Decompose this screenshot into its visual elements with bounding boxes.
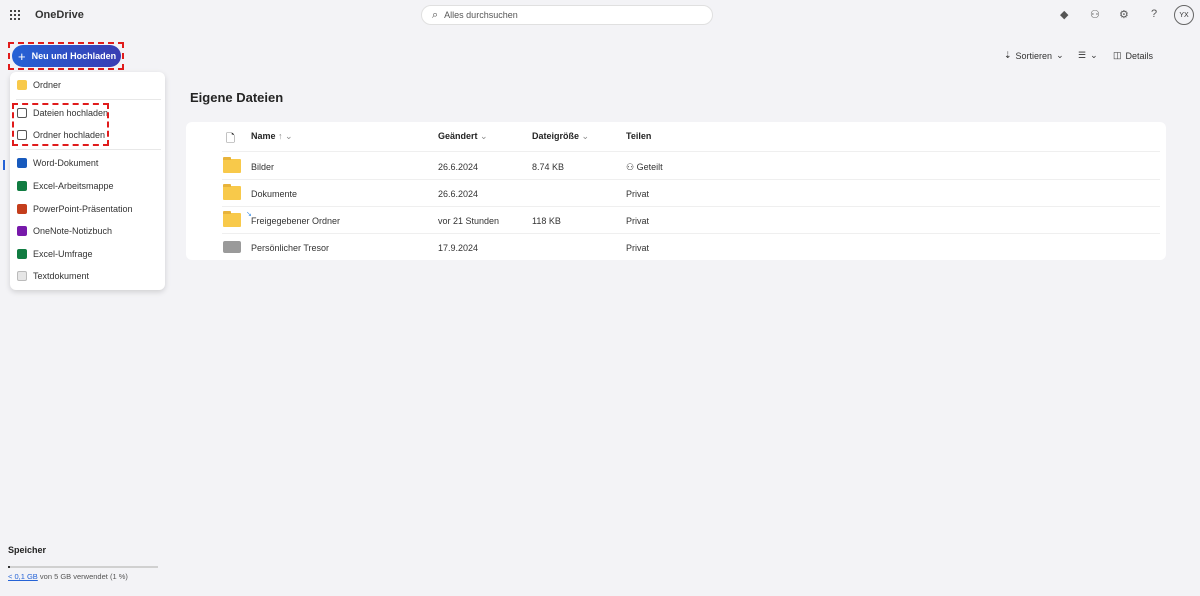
menu-label: Excel-Umfrage	[33, 249, 93, 259]
menu-item-folder[interactable]: Ordner	[17, 80, 61, 90]
divider	[16, 99, 161, 100]
menu-label: Excel-Arbeitsmappe	[33, 181, 114, 191]
excel-icon	[17, 181, 27, 191]
view-options-button[interactable]: ☰ ⌄	[1078, 50, 1098, 61]
list-view-icon: ☰	[1078, 50, 1087, 60]
file-type-icon: 🗋	[226, 133, 235, 145]
shared-folder-icon	[223, 157, 241, 173]
search-input[interactable]: ⌕ Alles durchsuchen	[421, 5, 713, 25]
file-modified: 26.6.2024	[438, 189, 479, 199]
menu-label: PowerPoint-Präsentation	[33, 204, 133, 214]
storage-rest: von 5 GB verwendet (1 %)	[39, 572, 128, 581]
table-header: 🗋 Name ↑ ⌄ Geändert ⌄ Dateigröße ⌄ Teile…	[222, 122, 1160, 152]
excel-survey-icon	[17, 249, 27, 259]
divider	[16, 149, 161, 150]
menu-item-excel[interactable]: Excel-Arbeitsmappe	[17, 181, 114, 191]
share-people-icon[interactable]: ⚇	[1090, 8, 1100, 21]
settings-gear-icon[interactable]: ⚙	[1119, 8, 1129, 21]
sharing-status: Privat	[626, 243, 650, 253]
menu-item-powerpoint[interactable]: PowerPoint-Präsentation	[17, 204, 133, 214]
text-document-icon	[17, 271, 27, 281]
column-size[interactable]: Dateigröße ⌄	[532, 131, 589, 142]
file-name[interactable]: Dokumente	[251, 189, 297, 199]
menu-item-onenote[interactable]: OneNote-Notizbuch	[17, 226, 112, 236]
menu-label: Ordner	[33, 80, 62, 90]
storage-text: < 0,1 GB von 5 GB verwendet (1 %)	[8, 572, 128, 581]
folder-icon	[17, 80, 27, 90]
details-button[interactable]: ◫ Details	[1113, 50, 1153, 61]
table-row[interactable]: Dokumente 26.6.2024 Privat	[222, 180, 1160, 207]
details-label: Details	[1125, 50, 1154, 61]
table-row[interactable]: Bilder 26.6.2024 8.74 KB ⚇ Geteilt	[222, 153, 1160, 180]
file-modified: vor 21 Stunden	[438, 216, 500, 226]
table-row[interactable]: ↘ Freigegebener Ordner vor 21 Stunden 11…	[222, 207, 1160, 234]
menu-item-excel-survey[interactable]: Excel-Umfrage	[17, 249, 93, 259]
menu-label: Textdokument	[33, 271, 90, 281]
file-modified: 26.6.2024	[438, 162, 479, 172]
plus-icon: +	[18, 48, 26, 64]
column-sharing[interactable]: Teilen	[626, 131, 651, 141]
app-title[interactable]: OneDrive	[35, 9, 84, 21]
sharing-status: Privat	[626, 189, 650, 199]
sharing-status: Privat	[626, 216, 650, 226]
help-icon[interactable]: ?	[1151, 8, 1157, 20]
sort-button[interactable]: ⇣ Sortieren ⌄	[1004, 50, 1064, 61]
column-modified[interactable]: Geändert ⌄	[438, 131, 488, 142]
premium-diamond-icon[interactable]: ◆	[1060, 8, 1068, 21]
sharing-status: ⚇ Geteilt	[626, 162, 663, 172]
menu-label: OneNote-Notizbuch	[33, 226, 113, 236]
storage-bar	[8, 566, 158, 568]
folder-icon	[223, 184, 241, 200]
table-row[interactable]: Persönlicher Tresor 17.9.2024 Privat	[222, 234, 1160, 261]
file-name[interactable]: Persönlicher Tresor	[251, 243, 329, 253]
sort-label: Sortieren	[1015, 50, 1053, 61]
details-pane-icon: ◫	[1113, 50, 1122, 60]
page-title: Eigene Dateien	[190, 90, 284, 105]
new-and-upload-button[interactable]: + Neu und Hochladen	[12, 45, 121, 67]
file-list: 🗋 Name ↑ ⌄ Geändert ⌄ Dateigröße ⌄ Teile…	[186, 122, 1166, 260]
avatar[interactable]: YX	[1174, 5, 1194, 25]
people-icon: ⚇	[626, 162, 635, 172]
file-modified: 17.9.2024	[438, 243, 479, 253]
file-name[interactable]: Freigegebener Ordner	[251, 216, 340, 226]
sort-icon: ⇣	[1004, 50, 1012, 60]
app-launcher-icon[interactable]	[10, 10, 20, 20]
menu-item-text[interactable]: Textdokument	[17, 271, 89, 281]
vault-icon	[223, 241, 241, 253]
file-size: 118 KB	[532, 216, 561, 226]
top-bar: OneDrive ⌕ Alles durchsuchen ◆ ⚇ ⚙ ? YX	[0, 0, 1200, 32]
chevron-down-icon: ⌄	[1090, 50, 1098, 60]
storage-bar-fill	[8, 566, 10, 568]
storage-title: Speicher	[8, 545, 47, 555]
new-button-label: Neu und Hochladen	[31, 51, 117, 61]
chevron-down-icon: ⌄	[1056, 50, 1064, 60]
powerpoint-icon	[17, 204, 27, 214]
folder-icon	[223, 211, 241, 227]
column-name[interactable]: Name ↑ ⌄	[251, 131, 293, 142]
file-size: 8.74 KB	[532, 162, 565, 172]
search-placeholder: Alles durchsuchen	[444, 10, 518, 20]
file-name[interactable]: Bilder	[251, 162, 274, 172]
nav-indicator	[3, 160, 5, 170]
word-icon	[17, 158, 27, 168]
menu-label: Word-Dokument	[33, 158, 99, 168]
highlight-box	[12, 103, 109, 146]
menu-item-word[interactable]: Word-Dokument	[17, 158, 98, 168]
onenote-icon	[17, 226, 27, 236]
storage-used-link[interactable]: < 0,1 GB	[8, 572, 38, 581]
search-icon: ⌕	[432, 8, 439, 21]
